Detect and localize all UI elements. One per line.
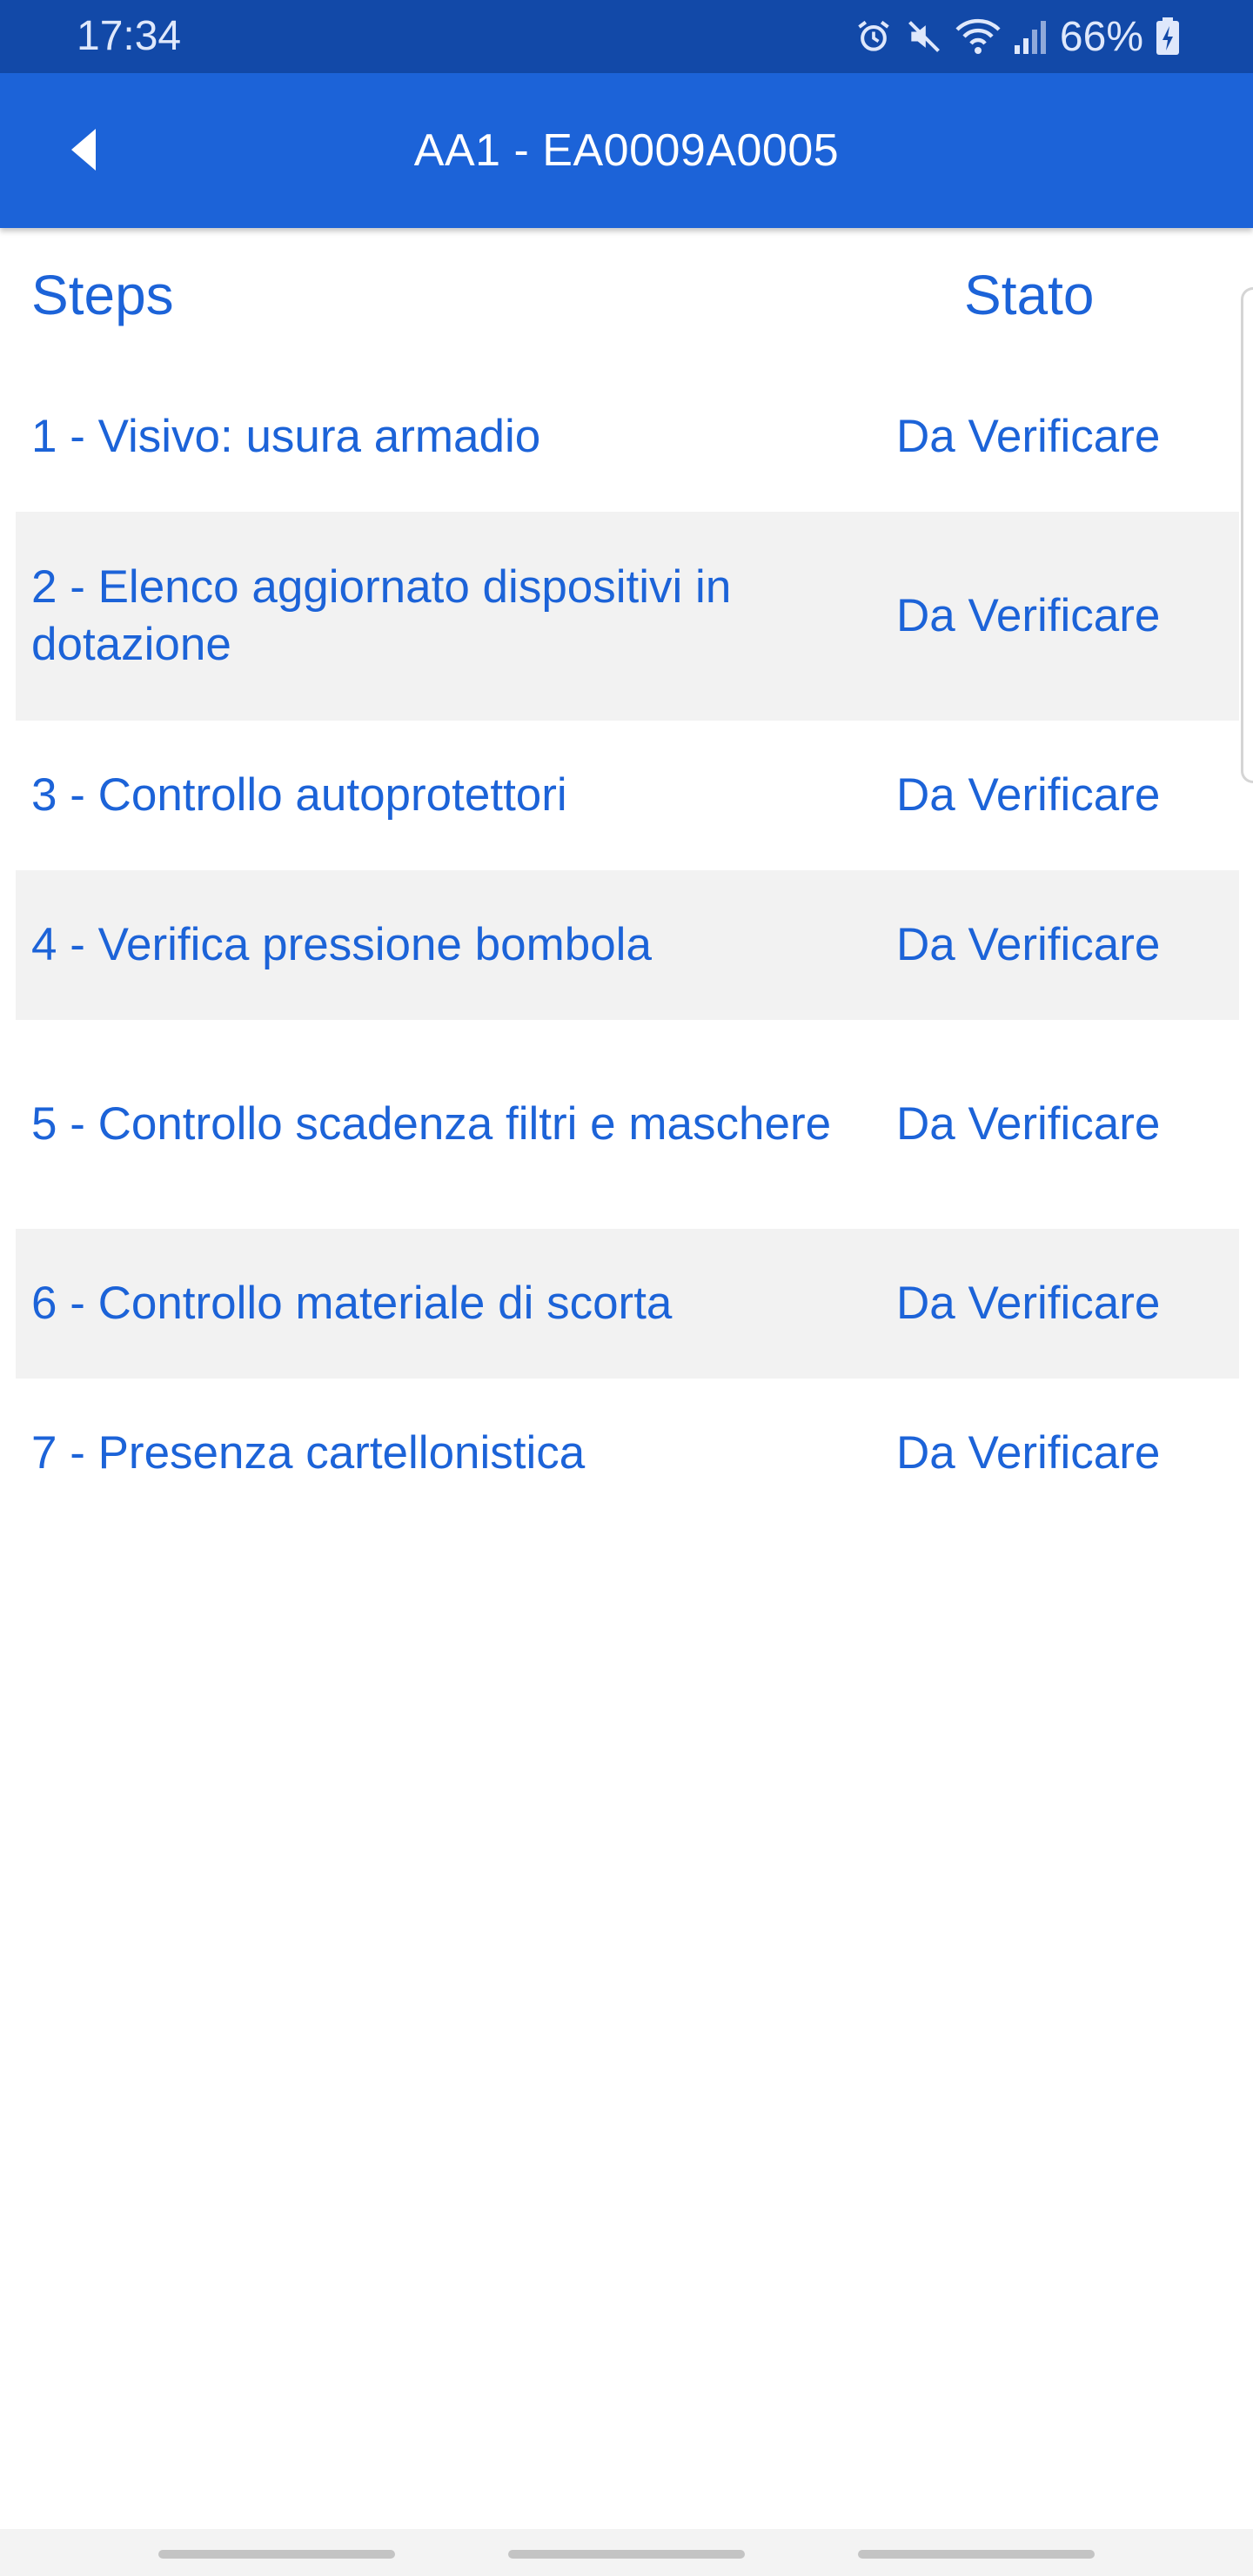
nav-recent-button[interactable] xyxy=(158,2550,395,2559)
step-state: Da Verificare xyxy=(896,590,1161,641)
table-row[interactable]: 5 - Controllo scadenza filtri e maschere… xyxy=(16,1020,1239,1229)
battery-percent: 66% xyxy=(1059,13,1143,60)
header-state: Stato xyxy=(964,264,1095,326)
table-header: Steps Stato xyxy=(0,228,1253,362)
step-label: 5 - Controllo scadenza filtri e maschere xyxy=(31,1098,832,1150)
table-row[interactable]: 7 - Presenza cartellonistica Da Verifica… xyxy=(16,1379,1239,1528)
mute-icon xyxy=(905,17,943,56)
navigation-bar xyxy=(0,2529,1253,2576)
nav-home-button[interactable] xyxy=(508,2550,745,2559)
steps-table: Steps Stato 1 - Visivo: usura armadio Da… xyxy=(0,228,1253,1528)
step-label: 6 - Controllo materiale di scorta xyxy=(31,1278,673,1329)
step-label: 7 - Presenza cartellonistica xyxy=(31,1427,586,1479)
step-state: Da Verificare xyxy=(896,769,1161,821)
step-label: 4 - Verifica pressione bombola xyxy=(31,919,652,970)
step-state: Da Verificare xyxy=(896,1427,1161,1479)
step-label: 1 - Visivo: usura armadio xyxy=(31,411,541,462)
table-rows: 1 - Visivo: usura armadio Da Verificare … xyxy=(16,362,1239,1528)
battery-charging-icon xyxy=(1156,17,1180,56)
scroll-indicator[interactable] xyxy=(1241,287,1253,783)
status-time: 17:34 xyxy=(77,13,182,59)
step-label: 2 - Elenco aggiornato dispositivi in dot… xyxy=(31,561,732,670)
step-state: Da Verificare xyxy=(896,1098,1161,1150)
table-row[interactable]: 4 - Verifica pressione bombola Da Verifi… xyxy=(16,870,1239,1020)
app-bar: AA1 - EA0009A0005 xyxy=(0,73,1253,228)
alarm-icon xyxy=(854,17,893,56)
step-state: Da Verificare xyxy=(896,411,1161,462)
step-state: Da Verificare xyxy=(896,919,1161,970)
nav-back-button[interactable] xyxy=(858,2550,1095,2559)
status-icons: 66% xyxy=(854,10,1180,63)
page-title: AA1 - EA0009A0005 xyxy=(413,125,840,176)
table-row[interactable]: 6 - Controllo materiale di scorta Da Ver… xyxy=(16,1229,1239,1379)
wifi-icon xyxy=(955,17,1001,56)
step-state: Da Verificare xyxy=(896,1278,1161,1329)
table-row[interactable]: 2 - Elenco aggiornato dispositivi in dot… xyxy=(16,512,1239,721)
table-row[interactable]: 1 - Visivo: usura armadio Da Verificare xyxy=(16,362,1239,512)
step-label: 3 - Controllo autoprotettori xyxy=(31,769,567,821)
signal-icon xyxy=(1013,17,1048,56)
table-row[interactable]: 3 - Controllo autoprotettori Da Verifica… xyxy=(16,721,1239,870)
header-steps: Steps xyxy=(31,264,174,326)
status-bar: 17:34 66% xyxy=(0,0,1253,73)
